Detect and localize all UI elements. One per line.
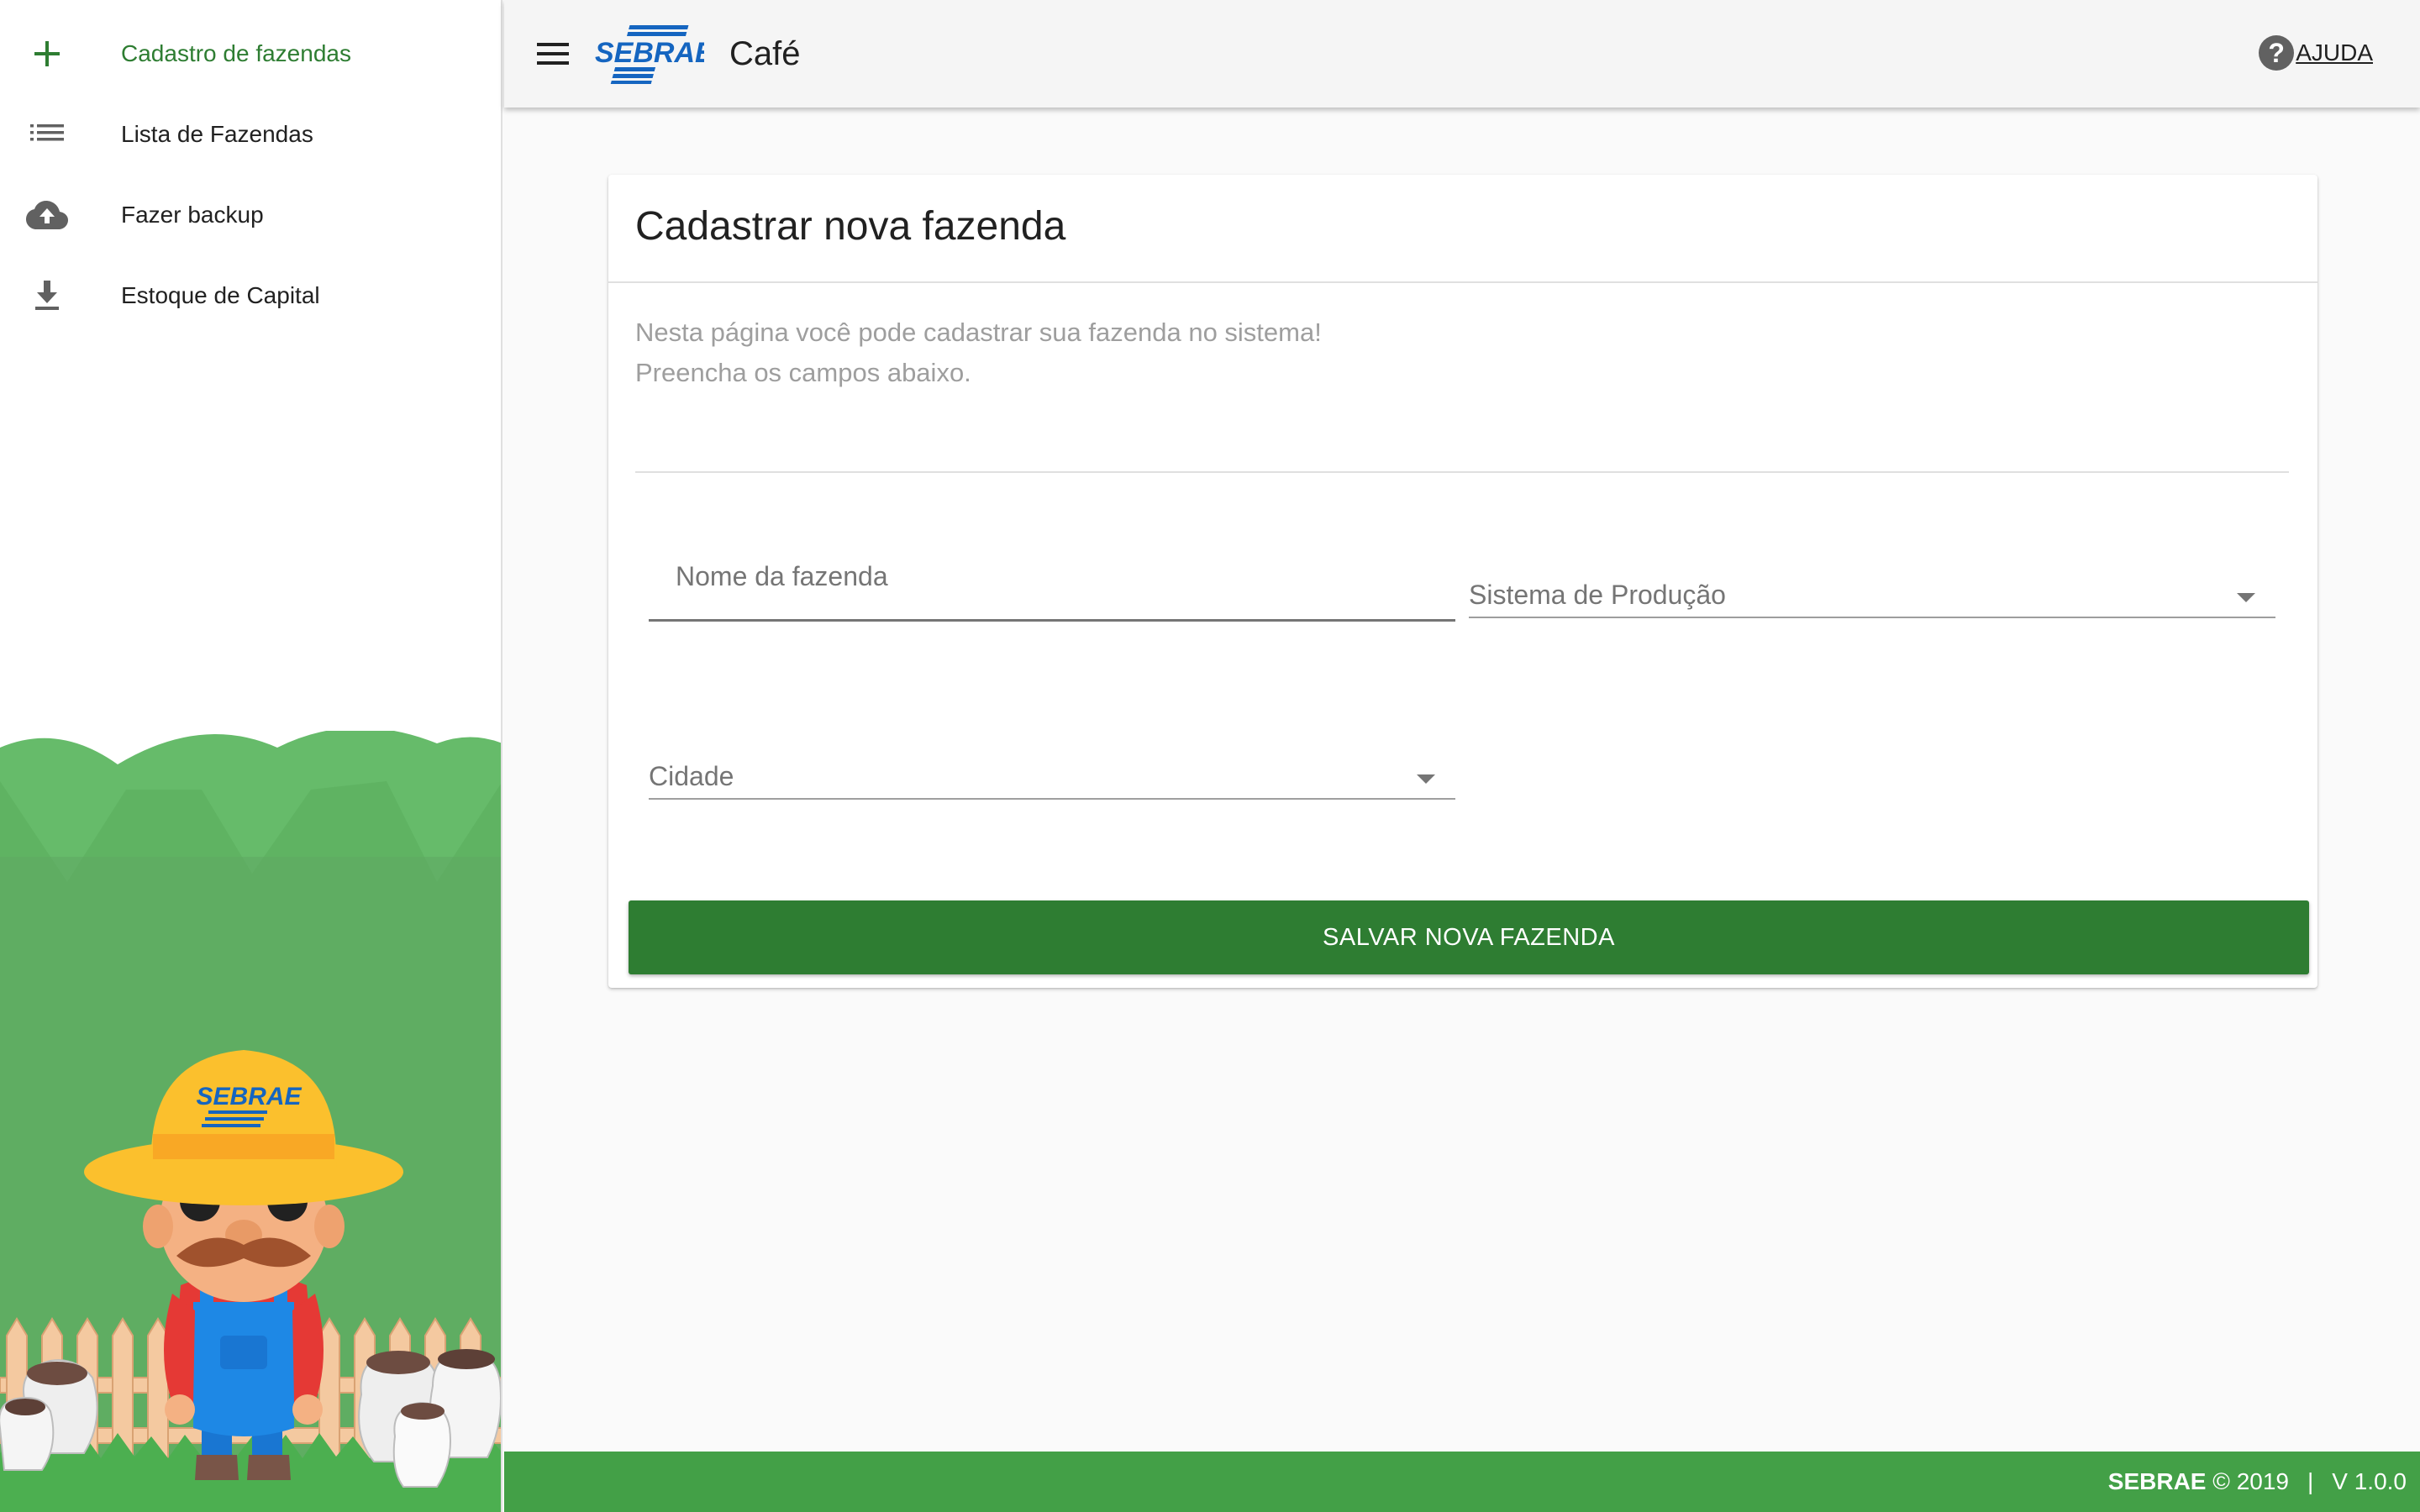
download-icon [24,272,71,319]
production-system-select[interactable]: Sistema de Produção [1469,571,2275,618]
svg-text:SEBRAE: SEBRAE [196,1083,302,1110]
farmer-mascot-illustration: SEBRAE [0,727,501,1512]
sidebar-item-label: Estoque de Capital [121,282,320,308]
card-divider [608,281,2317,283]
section-divider [635,471,2289,473]
cloud-upload-icon [24,192,71,239]
description-line-1: Nesta página você pode cadastrar sua faz… [635,318,1322,347]
sidebar-item-label: Lista de Fazendas [121,121,313,147]
sebrae-logo: SEBRAE [593,24,715,84]
plus-icon [24,30,71,77]
production-system-label: Sistema de Produção [1469,580,1726,610]
production-system-underline [1469,617,2275,618]
city-label: Cidade [649,761,734,791]
help-label[interactable]: AJUDA [2296,39,2373,66]
footer-spacer [2207,1468,2213,1495]
city-select[interactable]: Cidade [649,753,1455,800]
chevron-down-icon [1417,774,1435,784]
hamburger-menu-button[interactable] [529,30,576,77]
help-circle-icon: ? [2259,35,2295,71]
sidebar-item-fazer-backup[interactable]: Fazer backup [0,175,501,255]
app-header: SEBRAE Café ? AJUDA [504,0,2420,108]
city-underline [649,798,1455,800]
sidebar-nav: Cadastro de fazendas Lista de Fazendas F… [0,13,501,336]
footer-copyright: © 2019 [2212,1468,2289,1494]
sidebar-item-label: Fazer backup [121,202,264,228]
sidebar-item-estoque-de-capital[interactable]: Estoque de Capital [0,255,501,336]
card-title: Cadastrar nova fazenda [635,204,1066,249]
footer-brand: SEBRAE [2107,1468,2207,1494]
chevron-down-icon [2237,593,2255,602]
hamburger-menu-icon [537,43,569,65]
list-icon [24,111,71,158]
app-title: Café [729,34,801,72]
farm-name-field[interactable]: Nome da fazenda [649,544,1455,622]
description-line-2: Preencha os campos abaixo. [635,358,971,387]
footer-separator: | [2307,1468,2314,1494]
register-farm-card: Cadastrar nova fazenda Nesta página você… [608,175,2317,988]
farm-name-placeholder: Nome da fazenda [676,561,888,591]
farm-name-underline [649,619,1455,622]
footer-version: V 1.0.0 [2332,1468,2407,1494]
svg-text:SEBRAE: SEBRAE [595,37,704,69]
card-description: Nesta página você pode cadastrar sua faz… [635,312,1322,393]
sidebar: Cadastro de fazendas Lista de Fazendas F… [0,0,502,1512]
help-link[interactable]: ? AJUDA [2259,35,2373,71]
app-footer: SEBRAE © 2019 | V 1.0.0 [504,1452,2420,1512]
sidebar-item-lista-de-fazendas[interactable]: Lista de Fazendas [0,94,501,175]
sidebar-item-cadastro-de-fazendas[interactable]: Cadastro de fazendas [0,13,501,94]
sidebar-item-label: Cadastro de fazendas [121,40,351,66]
save-new-farm-button[interactable]: SALVAR NOVA FAZENDA [629,900,2309,974]
